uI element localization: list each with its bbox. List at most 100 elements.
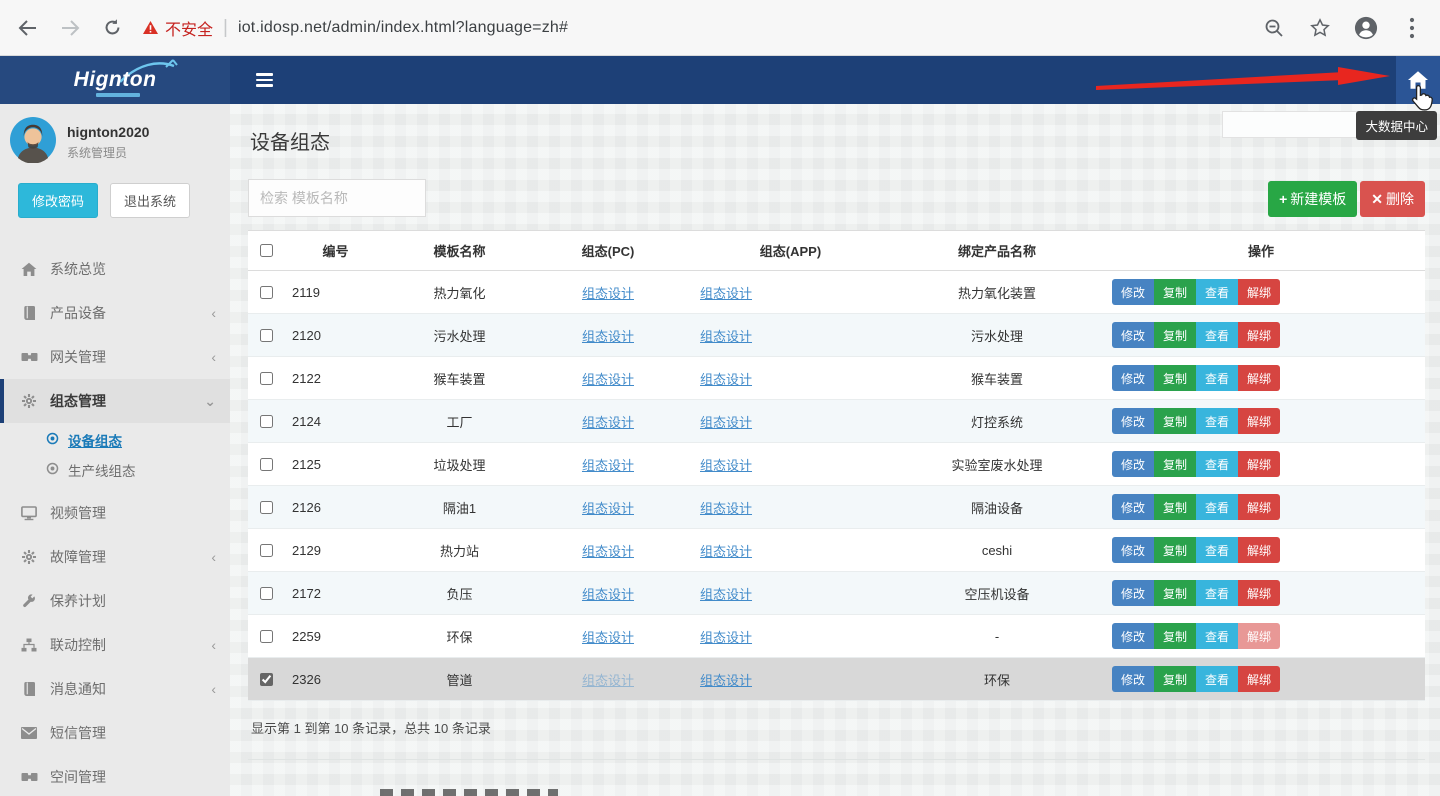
row-checkbox[interactable] <box>260 673 273 686</box>
action-copy-button[interactable]: 复制 <box>1154 580 1196 606</box>
action-modify-button[interactable]: 修改 <box>1112 666 1154 692</box>
row-checkbox[interactable] <box>260 458 273 471</box>
action-copy-button[interactable]: 复制 <box>1154 537 1196 563</box>
action-unbind-button[interactable]: 解绑 <box>1238 580 1280 606</box>
sidebar-item-system-overview[interactable]: 系统总览 <box>0 247 230 291</box>
action-copy-button[interactable]: 复制 <box>1154 451 1196 477</box>
pc-config-link[interactable]: 组态设计 <box>582 673 634 688</box>
row-checkbox[interactable] <box>260 415 273 428</box>
security-warning[interactable]: 不安全 <box>142 16 213 40</box>
action-view-button[interactable]: 查看 <box>1196 451 1238 477</box>
hamburger-menu-icon[interactable] <box>250 67 279 93</box>
pc-config-link[interactable]: 组态设计 <box>582 415 634 430</box>
action-modify-button[interactable]: 修改 <box>1112 580 1154 606</box>
action-view-button[interactable]: 查看 <box>1196 623 1238 649</box>
sidebar-item-linkage-control[interactable]: 联动控制‹ <box>0 623 230 667</box>
action-unbind-button[interactable]: 解绑 <box>1238 451 1280 477</box>
action-unbind-button[interactable]: 解绑 <box>1238 623 1280 649</box>
row-checkbox[interactable] <box>260 501 273 514</box>
action-copy-button[interactable]: 复制 <box>1154 279 1196 305</box>
pc-config-link[interactable]: 组态设计 <box>582 587 634 602</box>
action-view-button[interactable]: 查看 <box>1196 666 1238 692</box>
action-copy-button[interactable]: 复制 <box>1154 365 1196 391</box>
action-unbind-button[interactable]: 解绑 <box>1238 537 1280 563</box>
sidebar-item-sms-management[interactable]: 短信管理 <box>0 711 230 755</box>
row-checkbox[interactable] <box>260 544 273 557</box>
app-config-link[interactable]: 组态设计 <box>700 286 752 301</box>
logout-button[interactable]: 退出系统 <box>110 183 190 218</box>
select-all-checkbox[interactable] <box>260 244 273 257</box>
app-config-link[interactable]: 组态设计 <box>700 458 752 473</box>
sidebar-item-fault-management[interactable]: 故障管理‹ <box>0 535 230 579</box>
new-template-button[interactable]: + 新建模板 <box>1268 181 1357 217</box>
action-unbind-button[interactable]: 解绑 <box>1238 279 1280 305</box>
forward-icon[interactable] <box>58 16 82 40</box>
row-checkbox[interactable] <box>260 372 273 385</box>
action-copy-button[interactable]: 复制 <box>1154 666 1196 692</box>
app-config-link[interactable]: 组态设计 <box>700 544 752 559</box>
action-modify-button[interactable]: 修改 <box>1112 365 1154 391</box>
home-button[interactable] <box>1396 56 1440 104</box>
action-modify-button[interactable]: 修改 <box>1112 451 1154 477</box>
action-unbind-button[interactable]: 解绑 <box>1238 322 1280 348</box>
user-avatar[interactable] <box>10 117 56 168</box>
row-checkbox[interactable] <box>260 587 273 600</box>
pc-config-link[interactable]: 组态设计 <box>582 329 634 344</box>
pc-config-link[interactable]: 组态设计 <box>582 372 634 387</box>
delete-button[interactable]: ✕ 删除 <box>1360 181 1425 217</box>
app-config-link[interactable]: 组态设计 <box>700 673 752 688</box>
action-copy-button[interactable]: 复制 <box>1154 408 1196 434</box>
bookmark-star-icon[interactable] <box>1308 16 1332 40</box>
pc-config-link[interactable]: 组态设计 <box>582 544 634 559</box>
action-copy-button[interactable]: 复制 <box>1154 623 1196 649</box>
change-password-button[interactable]: 修改密码 <box>18 183 98 218</box>
sidebar-subitem-device-configuration[interactable]: 设备组态 <box>0 425 230 455</box>
sidebar-item-gateway-management[interactable]: 网关管理‹ <box>0 335 230 379</box>
app-config-link[interactable]: 组态设计 <box>700 587 752 602</box>
row-checkbox[interactable] <box>260 329 273 342</box>
app-config-link[interactable]: 组态设计 <box>700 372 752 387</box>
action-view-button[interactable]: 查看 <box>1196 494 1238 520</box>
row-checkbox[interactable] <box>260 286 273 299</box>
action-view-button[interactable]: 查看 <box>1196 408 1238 434</box>
action-view-button[interactable]: 查看 <box>1196 365 1238 391</box>
back-icon[interactable] <box>16 16 40 40</box>
action-modify-button[interactable]: 修改 <box>1112 279 1154 305</box>
action-modify-button[interactable]: 修改 <box>1112 322 1154 348</box>
action-copy-button[interactable]: 复制 <box>1154 322 1196 348</box>
pc-config-link[interactable]: 组态设计 <box>582 501 634 516</box>
profile-avatar-icon[interactable] <box>1354 16 1378 40</box>
sidebar-item-maintenance-plan[interactable]: 保养计划 <box>0 579 230 623</box>
action-modify-button[interactable]: 修改 <box>1112 494 1154 520</box>
template-search-input[interactable] <box>248 179 426 217</box>
action-unbind-button[interactable]: 解绑 <box>1238 408 1280 434</box>
pc-config-link[interactable]: 组态设计 <box>582 630 634 645</box>
app-config-link[interactable]: 组态设计 <box>700 329 752 344</box>
action-view-button[interactable]: 查看 <box>1196 580 1238 606</box>
action-copy-button[interactable]: 复制 <box>1154 494 1196 520</box>
reload-icon[interactable] <box>100 16 124 40</box>
action-view-button[interactable]: 查看 <box>1196 322 1238 348</box>
sidebar-item-configuration-management[interactable]: 组态管理⌄ <box>0 379 230 423</box>
action-modify-button[interactable]: 修改 <box>1112 537 1154 563</box>
action-modify-button[interactable]: 修改 <box>1112 623 1154 649</box>
action-unbind-button[interactable]: 解绑 <box>1238 365 1280 391</box>
pc-config-link[interactable]: 组态设计 <box>582 286 634 301</box>
action-modify-button[interactable]: 修改 <box>1112 408 1154 434</box>
pc-config-link[interactable]: 组态设计 <box>582 458 634 473</box>
sidebar-item-product-device[interactable]: 产品设备‹ <box>0 291 230 335</box>
sidebar-item-message-notification[interactable]: 消息通知‹ <box>0 667 230 711</box>
zoom-out-icon[interactable] <box>1262 16 1286 40</box>
logo[interactable]: Hignton <box>0 56 230 104</box>
sidebar-subitem-production-line-configuration[interactable]: 生产线组态 <box>0 455 230 485</box>
row-checkbox[interactable] <box>260 630 273 643</box>
app-config-link[interactable]: 组态设计 <box>700 630 752 645</box>
address-bar[interactable]: 不安全 | iot.idosp.net/admin/index.html?lan… <box>142 16 1244 40</box>
menu-dots-icon[interactable] <box>1400 16 1424 40</box>
action-view-button[interactable]: 查看 <box>1196 279 1238 305</box>
app-config-link[interactable]: 组态设计 <box>700 415 752 430</box>
action-unbind-button[interactable]: 解绑 <box>1238 494 1280 520</box>
action-view-button[interactable]: 查看 <box>1196 537 1238 563</box>
action-unbind-button[interactable]: 解绑 <box>1238 666 1280 692</box>
sidebar-item-video-management[interactable]: 视频管理 <box>0 491 230 535</box>
